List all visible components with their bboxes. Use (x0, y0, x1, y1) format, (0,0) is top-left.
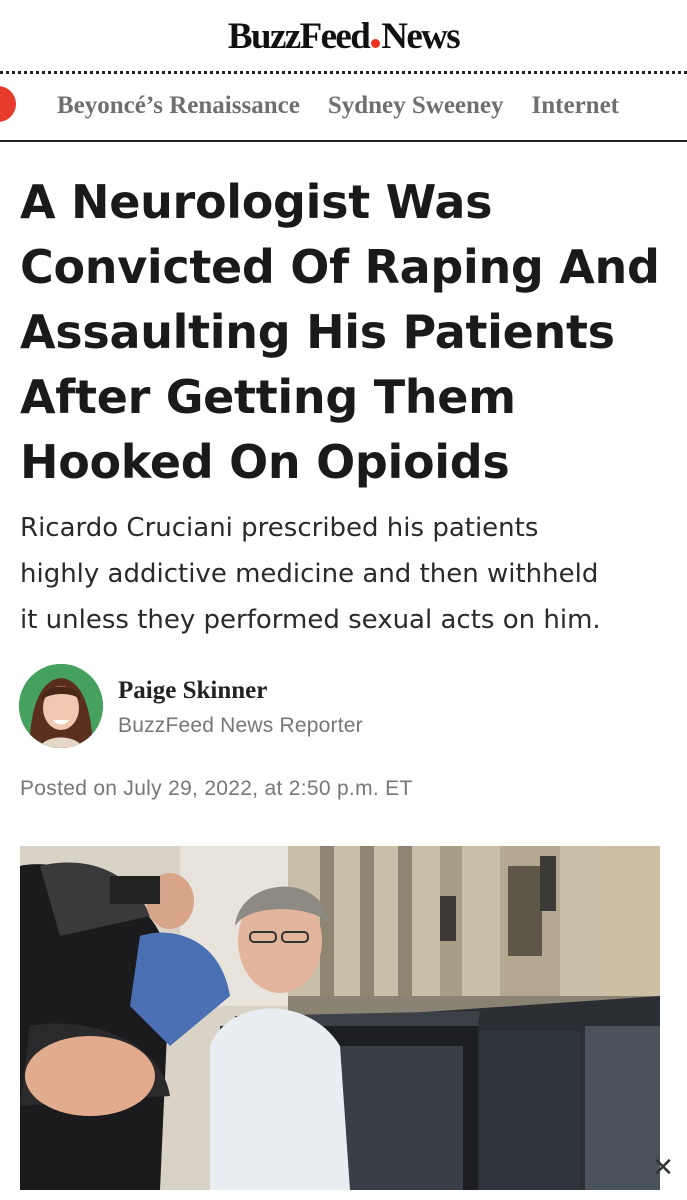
close-icon[interactable]: ✕ (648, 1152, 678, 1182)
nav-divider (0, 140, 687, 142)
article-page: BuzzFeed News Beyoncé’s Renaissance Sydn… (0, 0, 687, 1200)
article-headline: A Neurologist Was Convicted Of Raping An… (20, 170, 670, 495)
dek-line: Ricardo Cruciani prescribed his patients (20, 513, 539, 543)
site-header: BuzzFeed News (0, 0, 687, 72)
dek-line: highly addictive medicine and then withh… (20, 559, 599, 589)
lead-photo (20, 846, 660, 1190)
trending-nav-items: Beyoncé’s Renaissance Sydney Sweeney Int… (57, 92, 619, 120)
nav-item-internet[interactable]: Internet (532, 92, 619, 120)
nav-item-beyonce[interactable]: Beyoncé’s Renaissance (57, 92, 300, 120)
headline-line: Assaulting His Patients (20, 305, 615, 359)
dek-line: it unless they performed sexual acts on … (20, 605, 601, 635)
trending-dot-icon[interactable] (0, 86, 16, 122)
header-divider (0, 71, 687, 74)
article-dek: Ricardo Cruciani prescribed his patients… (20, 505, 670, 643)
trending-nav: Beyoncé’s Renaissance Sydney Sweeney Int… (0, 75, 687, 141)
author-role: BuzzFeed News Reporter (118, 714, 363, 737)
author-name[interactable]: Paige Skinner (118, 677, 267, 705)
logo-news-text: News (381, 15, 460, 57)
headline-line: After Getting Them (20, 370, 516, 424)
headline-line: Convicted Of Raping And (20, 240, 660, 294)
headline-line: Hooked On Opioids (20, 435, 510, 489)
logo-buzzfeed-text: BuzzFeed (227, 15, 371, 57)
headline-line: A Neurologist Was (20, 175, 493, 229)
buzzfeed-news-logo[interactable]: BuzzFeed News (227, 15, 461, 58)
author-avatar[interactable] (19, 664, 103, 748)
nav-item-sydney-sweeney[interactable]: Sydney Sweeney (328, 92, 504, 120)
logo-dot (371, 38, 381, 48)
posted-timestamp: Posted on July 29, 2022, at 2:50 p.m. ET (20, 777, 413, 800)
